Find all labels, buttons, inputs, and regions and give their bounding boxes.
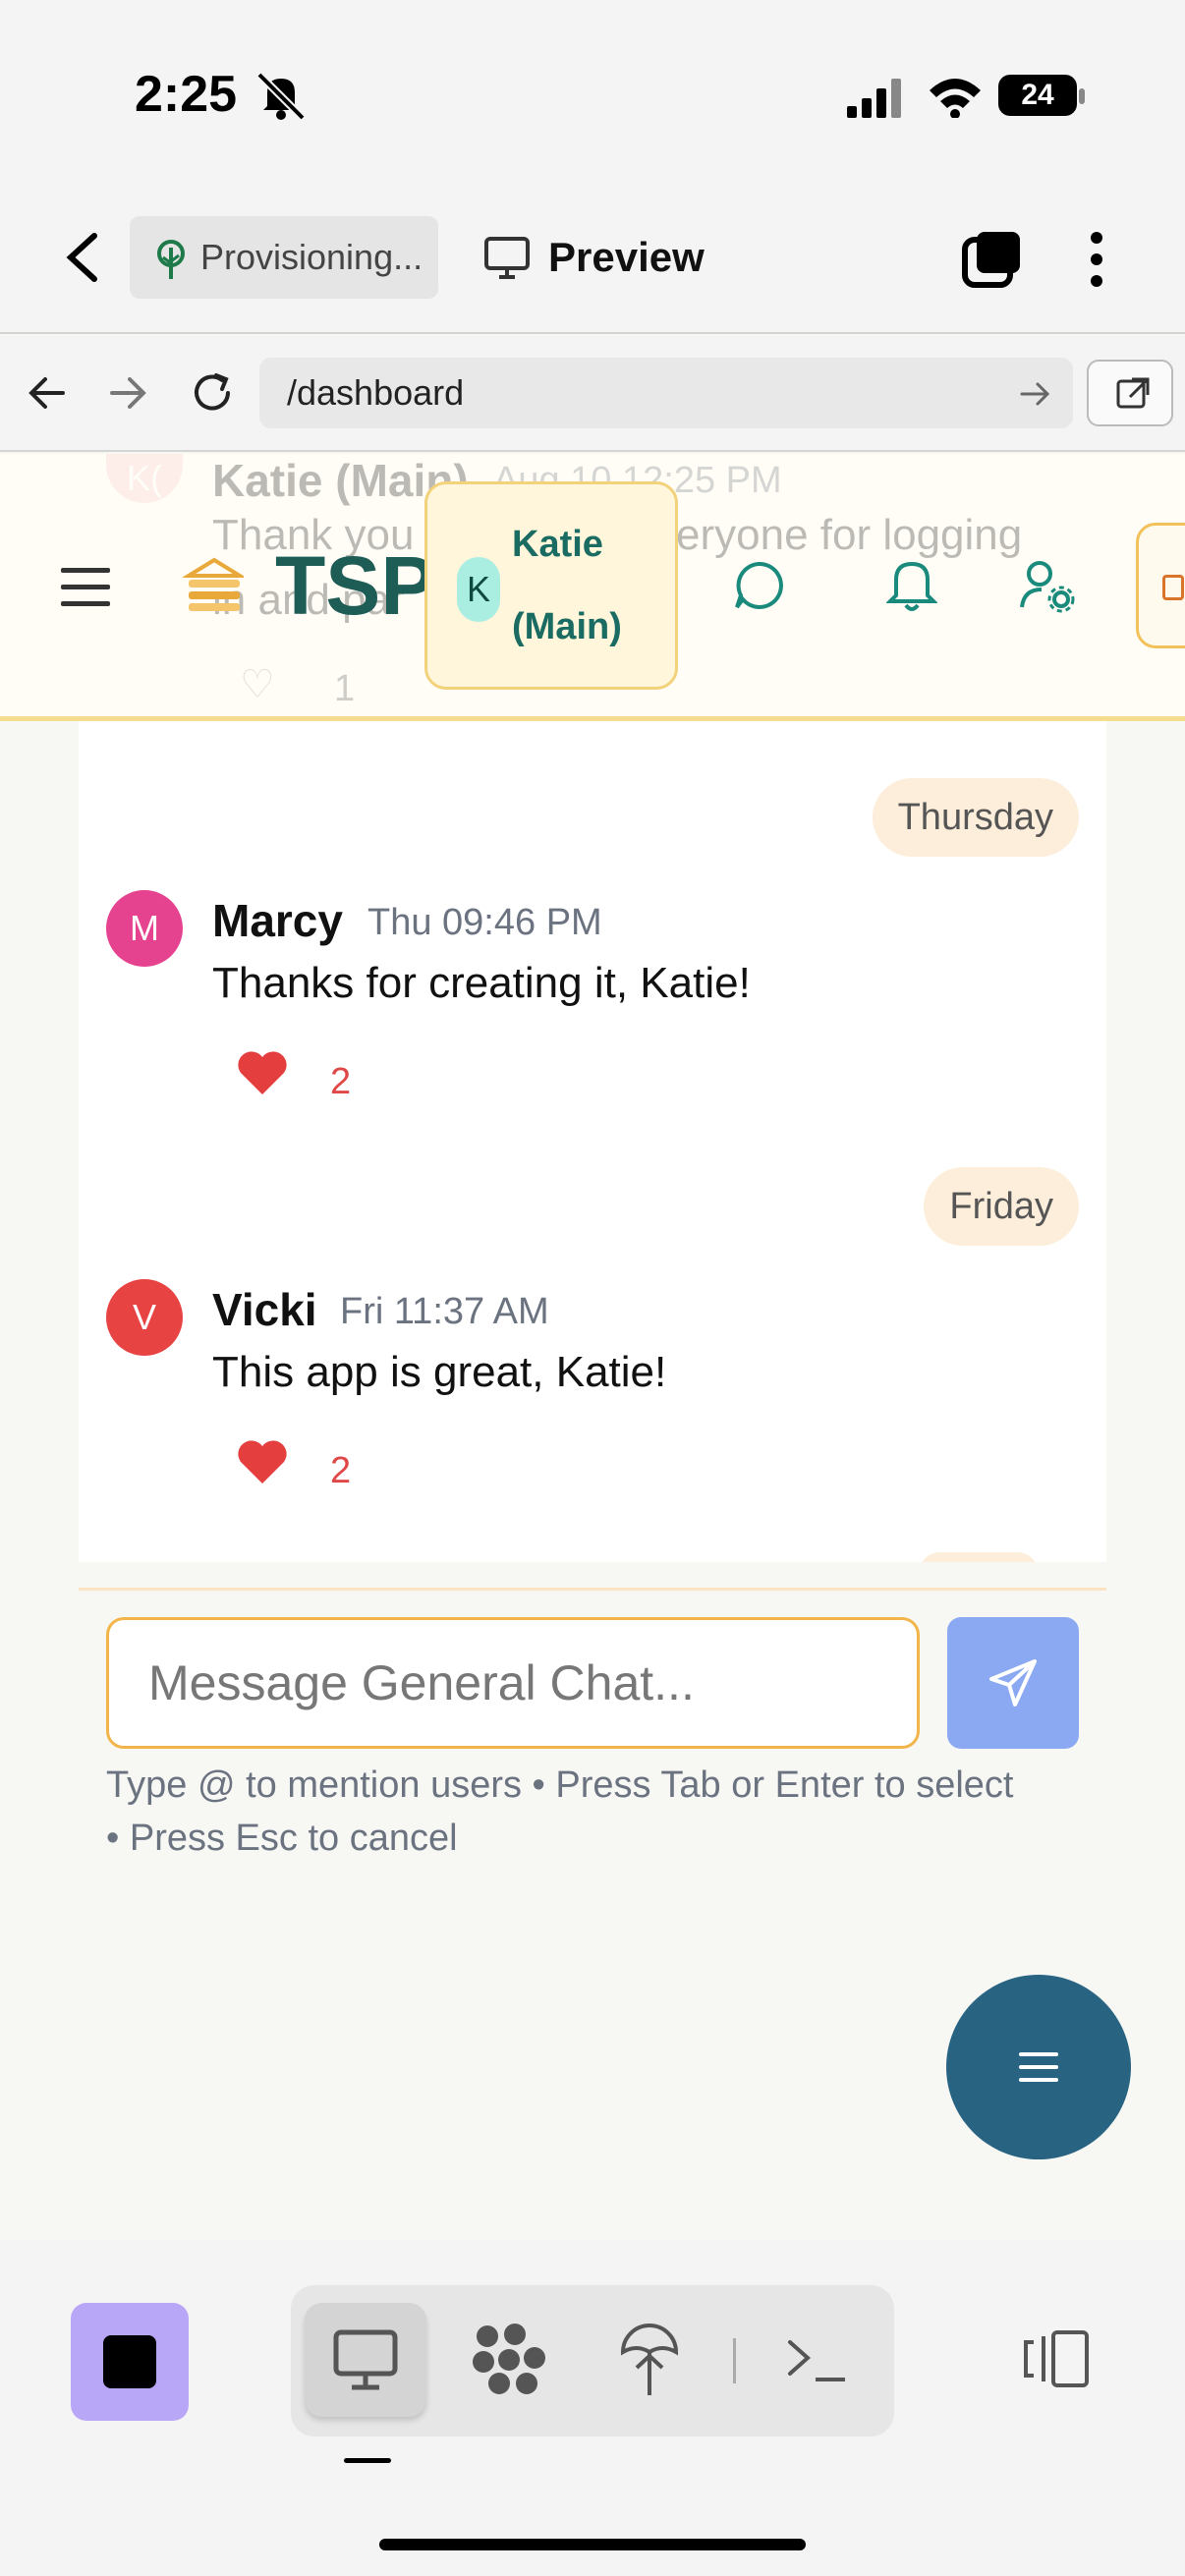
active-indicator <box>344 2458 391 2463</box>
battery-level: 24 <box>1021 79 1054 111</box>
battery-tip <box>1079 88 1085 104</box>
wifi-icon <box>930 79 981 118</box>
more-vertical-icon[interactable] <box>1085 230 1108 289</box>
user-avatar: K <box>457 557 500 622</box>
faded-likes: 1 <box>334 668 356 709</box>
monitor-icon <box>484 237 530 279</box>
monitor-icon <box>333 2329 398 2390</box>
faded-heart-icon: ♡ <box>240 663 275 706</box>
heart-icon <box>238 1051 287 1094</box>
signal-icon <box>847 79 901 118</box>
brand-title: TSP <box>275 539 436 632</box>
stop-button[interactable] <box>71 2303 189 2421</box>
tree-icon <box>157 240 185 279</box>
chat-bubble-icon[interactable] <box>733 560 784 611</box>
like-count: 2 <box>330 1061 352 1102</box>
plugin-dots-icon[interactable] <box>470 2323 548 2397</box>
hint-line1: Type @ to mention users • Press Tab or E… <box>106 1764 1014 1806</box>
next-day-divider-edge <box>920 1552 1038 1562</box>
sandwich-logo-icon <box>183 557 244 611</box>
avatar: V <box>106 1279 183 1356</box>
toolbar-divider <box>733 2338 736 2383</box>
chat-panel: Thursday M Marcy Thu 09:46 PM Thanks for… <box>79 721 1106 1562</box>
like-count: 2 <box>330 1450 352 1491</box>
url-input[interactable]: /dashboard <box>259 358 1073 428</box>
user-settings-icon[interactable] <box>1020 558 1075 613</box>
like-button[interactable] <box>236 1049 289 1101</box>
avatar: M <box>106 890 183 967</box>
message-text: This app is great, Katie! <box>212 1348 667 1396</box>
day-divider: Thursday <box>872 778 1079 857</box>
heart-icon <box>238 1440 287 1484</box>
tabs-icon[interactable] <box>961 228 1024 289</box>
terminal-icon[interactable] <box>786 2330 849 2389</box>
bell-slash-icon <box>256 72 306 120</box>
external-link-icon <box>1116 377 1150 409</box>
user-name-line1: Katie <box>512 524 603 565</box>
desktop-view-button[interactable] <box>305 2303 426 2417</box>
header-overflow-icon <box>1162 575 1184 600</box>
faded-avatar: K( <box>106 454 183 503</box>
input-divider <box>79 1588 1106 1591</box>
go-arrow-icon[interactable] <box>1020 381 1051 407</box>
bell-icon[interactable] <box>886 556 937 613</box>
message-time: Thu 09:46 PM <box>367 902 602 943</box>
home-indicator <box>379 2539 806 2550</box>
deploy-icon[interactable] <box>617 2321 682 2399</box>
hamburger-menu-icon[interactable] <box>59 564 112 609</box>
header-overflow-button[interactable] <box>1136 523 1185 648</box>
fab-menu-button[interactable] <box>946 1975 1131 2159</box>
arrow-left-icon[interactable] <box>28 375 67 411</box>
message-text: Thanks for creating it, Katie! <box>212 959 751 1007</box>
open-external-button[interactable] <box>1087 360 1173 426</box>
stop-icon <box>103 2335 156 2388</box>
message-author: Marcy <box>212 895 343 946</box>
message-author: Vicki <box>212 1284 317 1335</box>
like-button[interactable] <box>236 1438 289 1490</box>
faded-text-b: eryone for logging <box>676 511 1023 559</box>
send-icon <box>989 1659 1037 1707</box>
day-divider: Friday <box>924 1167 1079 1246</box>
panel-toggle-icon[interactable] <box>1022 2328 1091 2389</box>
reload-icon[interactable] <box>191 371 236 415</box>
project-label: Provisioning... <box>200 237 423 277</box>
message-placeholder: Message General Chat... <box>148 1655 695 1710</box>
arrow-right-icon[interactable] <box>108 375 147 411</box>
menu-lines-icon <box>1019 2052 1058 2082</box>
url-text: /dashboard <box>287 372 465 413</box>
message-time: Fri 11:37 AM <box>340 1291 549 1332</box>
hint-line2: • Press Esc to cancel <box>106 1818 458 1859</box>
user-name-line2: (Main) <box>512 606 622 647</box>
user-chip[interactable]: K Katie (Main) <box>424 481 678 690</box>
send-button[interactable] <box>947 1617 1079 1749</box>
battery-icon: 24 <box>998 75 1077 116</box>
back-chevron-icon[interactable] <box>61 232 104 283</box>
message-input[interactable]: Message General Chat... <box>106 1617 920 1749</box>
preview-label[interactable]: Preview <box>548 234 705 281</box>
status-time: 2:25 <box>135 66 238 123</box>
input-hint: Type @ to mention users • Press Tab or E… <box>106 1759 1089 1865</box>
